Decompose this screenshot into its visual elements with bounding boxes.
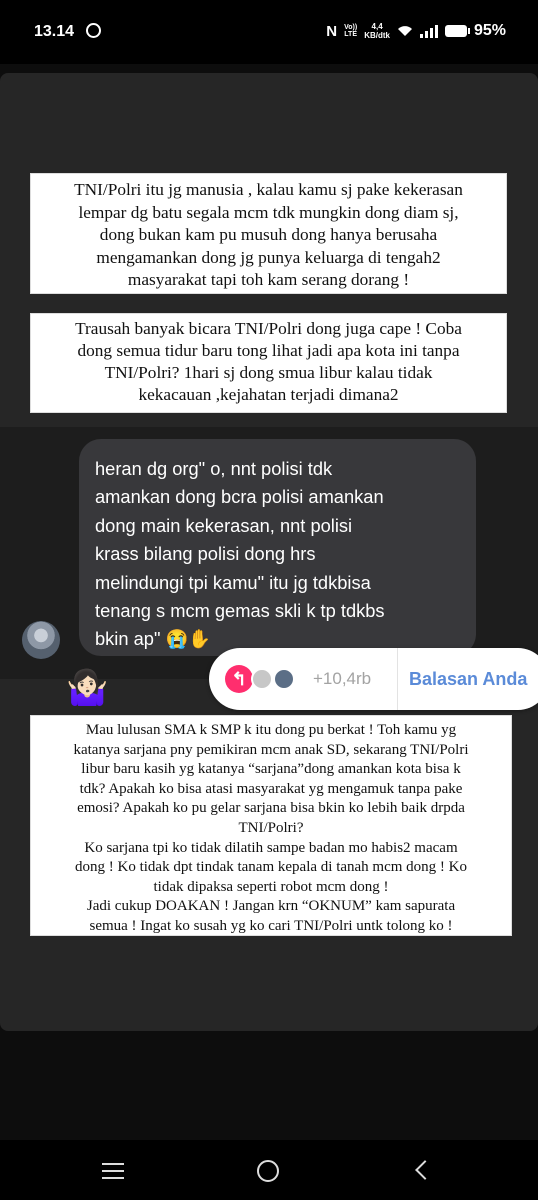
quote-line: masyarakat tapi toh kam serang dorang !	[127, 270, 410, 290]
nfc-icon: N	[326, 22, 338, 40]
battery-percent: 95%	[473, 22, 506, 39]
quote-line: kekacauan ,kejahatan terjadi dimana2	[138, 385, 399, 404]
replier-avatar	[251, 668, 273, 690]
quote-line: lempar dg batu segala mcm tdk mungkin do…	[78, 202, 459, 222]
recent-apps-icon[interactable]	[102, 1163, 124, 1184]
reply-bar[interactable]: ↰ +10,4rb Balasan Anda	[209, 648, 538, 710]
message-line: melindungi tpi kamu" itu jg tdkbisa	[95, 571, 371, 593]
speed-value: 4,4	[371, 22, 383, 31]
replier-avatar	[273, 668, 295, 690]
quote-line: Trausah banyak bicara TNI/Polri dong jug…	[75, 319, 462, 338]
home-icon[interactable]	[257, 1160, 279, 1182]
quote-line: dong bukan kam pu musuh dong hanya berus…	[99, 225, 438, 245]
quote-line: TNI/Polri?	[238, 819, 304, 836]
status-time: 13.14	[34, 23, 75, 40]
quote-line: Ko sarjana tpi ko tidak dilatih sampe ba…	[84, 839, 458, 856]
volte-bottom: LTE	[344, 31, 357, 38]
quote-box-1: TNI/Polri itu jg manusia , kalau kamu sj…	[30, 173, 507, 294]
message-line: dong main kekerasan, nnt polisi	[95, 514, 353, 536]
quote-line: tidak dipaksa seperti robot mcm dong !	[153, 878, 389, 895]
quote-line: katanya sarjana pny pemikiran mcm anak S…	[73, 741, 469, 758]
navigation-bar	[0, 1140, 538, 1200]
your-reply-button[interactable]: Balasan Anda	[409, 669, 527, 690]
quote-line: libur baru kasih yg katanya “sarjana”don…	[81, 761, 461, 778]
message-bubble[interactable]: heran dg org" o, nnt polisi tdk amankan …	[79, 439, 476, 656]
quote-line: semua ! Ingat ko susah yg ko cari TNI/Po…	[89, 917, 453, 934]
message-line: amankan dong bcra polisi amankan	[95, 486, 384, 508]
quote-line: emosi? Apakah ko pu gelar sarjana bisa b…	[77, 800, 465, 817]
shrug-emoji: 🤷🏻‍♀️	[66, 669, 109, 707]
quote-line: Mau lulusan SMA k SMP k itu dong pu berk…	[85, 722, 457, 738]
wifi-icon	[397, 26, 412, 36]
status-icons: N Vo)) LTE 4,4 KB/dtk 95%	[326, 22, 506, 40]
quote-line: dong ! Ko tidak dpt tindak tanam kepala …	[75, 859, 467, 876]
back-icon[interactable]	[415, 1160, 435, 1180]
quote-line: mengamankan dong jg punya keluarga di te…	[96, 247, 441, 267]
sender-avatar[interactable]	[22, 621, 60, 659]
network-speed: 4,4 KB/dtk	[364, 22, 390, 40]
quote-line: dong semua tidur baru tong lihat jadi ap…	[77, 341, 460, 360]
speed-unit: KB/dtk	[364, 31, 390, 40]
quote-line: TNI/Polri itu jg manusia , kalau kamu sj…	[74, 180, 463, 199]
status-bar: 13.14 N Vo)) LTE 4,4 KB/dtk 95%	[0, 0, 538, 64]
quote-line: Jadi cukup DOAKAN ! Jangan krn “OKNUM” k…	[86, 898, 456, 915]
quote-line: TNI/Polri? 1hari sj dong smua libur kala…	[104, 363, 433, 382]
message-line: tenang s mcm gemas skli k tp tdkbs	[95, 600, 385, 622]
divider	[397, 648, 398, 710]
quote-box-2: Trausah banyak bicara TNI/Polri dong jug…	[30, 313, 507, 413]
volte-top: Vo))	[344, 24, 358, 31]
volte-icon: Vo)) LTE	[344, 24, 357, 38]
whatsapp-icon	[86, 23, 101, 38]
reply-arrow-icon[interactable]: ↰	[225, 665, 253, 693]
message-line: krass bilang polisi dong hrs	[95, 543, 316, 565]
reply-count: +10,4rb	[313, 669, 372, 688]
message-line: heran dg org" o, nnt polisi tdk	[95, 458, 333, 479]
signal-icon	[419, 24, 438, 38]
quote-box-3: Mau lulusan SMA k SMP k itu dong pu berk…	[30, 715, 512, 936]
quote-line: tdk? Apakah ko bisa atasi masyarakat yg …	[79, 780, 463, 797]
battery-icon	[444, 25, 470, 37]
